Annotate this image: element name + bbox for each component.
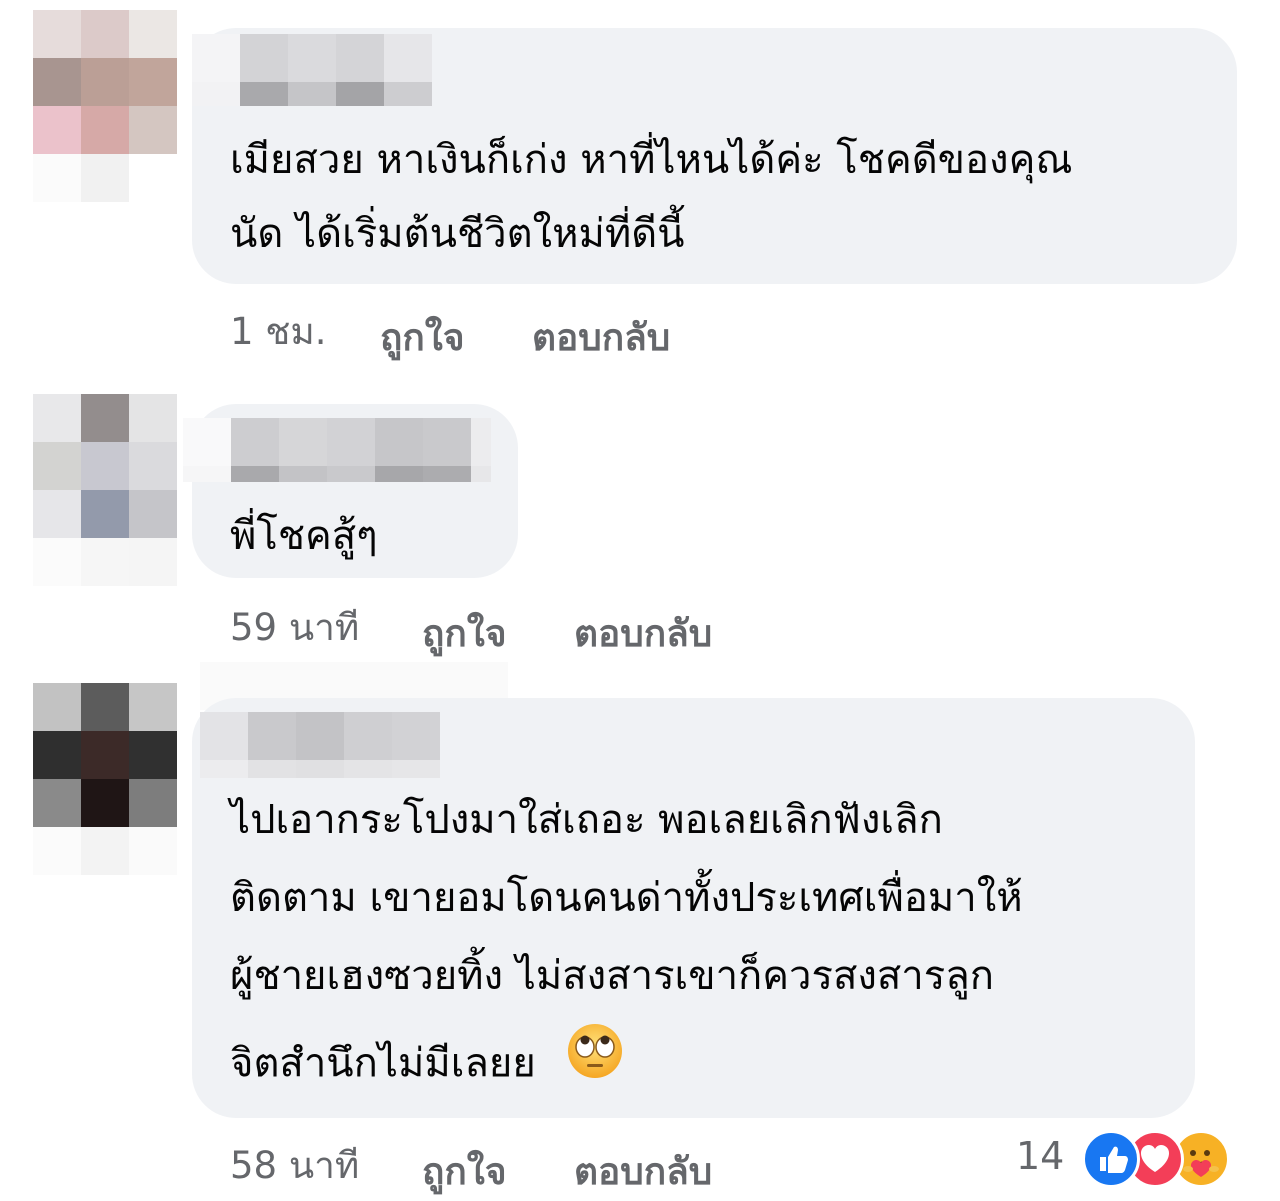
- commenter-name[interactable]: [192, 34, 432, 106]
- avatar[interactable]: [33, 394, 177, 586]
- reaction-summary[interactable]: 14: [1016, 1130, 1246, 1190]
- like-button[interactable]: ถูกใจ: [422, 1142, 507, 1201]
- commenter-name[interactable]: [200, 712, 440, 778]
- reply-button[interactable]: ตอบกลับ: [574, 604, 712, 663]
- comment-text: ผู้ชายเฮงซวยทิ้ง ไม่สงสารเขาก็ควรสงสารลู…: [230, 953, 994, 999]
- reaction-count: 14: [1016, 1134, 1065, 1178]
- commenter-name[interactable]: [183, 418, 491, 482]
- eye-roll-emoji-icon: [566, 1022, 624, 1101]
- comment-text: นัด ได้เริ่มต้นชีวิตใหม่ที่ดีนี้: [230, 211, 685, 257]
- comment-time[interactable]: 58 นาที: [230, 1136, 359, 1195]
- comment-text: เมียสวย หาเงินก็เก่ง หาที่ไหนได้ค่ะ โชคด…: [230, 137, 1073, 183]
- avatar[interactable]: [33, 10, 177, 202]
- like-button[interactable]: ถูกใจ: [380, 308, 465, 367]
- comment-time[interactable]: 1 ชม.: [230, 302, 327, 361]
- comment-text: ไปเอากระโปงมาใส่เถอะ พอเลยเลิกฟังเลิก: [230, 797, 943, 843]
- like-icon: [1082, 1130, 1140, 1188]
- comment-text-last: จิตสำนึกไม่มีเลยย: [230, 1024, 624, 1105]
- comment-text: จิตสำนึกไม่มีเลยย: [230, 1040, 536, 1087]
- comment-time[interactable]: 59 นาที: [230, 598, 359, 657]
- avatar[interactable]: [33, 683, 177, 875]
- reply-button[interactable]: ตอบกลับ: [532, 308, 670, 367]
- comment-text: ติดตาม เขายอมโดนคนด่าทั้งประเทศเพื่อมาให…: [230, 875, 1023, 921]
- reply-button[interactable]: ตอบกลับ: [574, 1142, 712, 1201]
- comment-text: พี่โชคสู้ๆ: [230, 513, 378, 559]
- like-button[interactable]: ถูกใจ: [422, 604, 507, 663]
